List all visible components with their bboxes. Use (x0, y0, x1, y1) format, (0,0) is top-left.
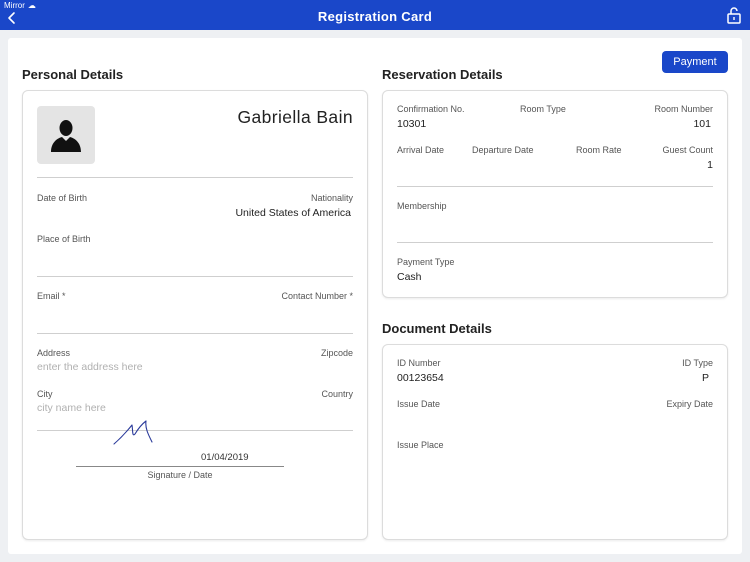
signature-image[interactable] (112, 412, 158, 448)
email-label: Email * (37, 291, 66, 301)
id-number-label: ID Number (397, 358, 441, 368)
membership-label: Membership (397, 201, 447, 211)
document-details-title: Document Details (382, 321, 492, 336)
divider (37, 276, 353, 277)
lock-button[interactable] (726, 6, 742, 24)
city-input[interactable]: city name here (37, 402, 106, 414)
id-number-value: 00123654 (397, 372, 444, 384)
signature-date: 01/04/2019 (201, 452, 249, 463)
divider (37, 333, 353, 334)
id-type-label: ID Type (682, 358, 713, 368)
country-label: Country (321, 389, 353, 399)
dob-label: Date of Birth (37, 193, 88, 203)
guest-count-value: 1 (707, 159, 713, 171)
arrival-date-label: Arrival Date (397, 145, 445, 155)
address-label: Address (37, 348, 71, 358)
issue-date-label: Issue Date (397, 399, 441, 409)
issue-place-label: Issue Place (397, 440, 444, 450)
personal-details-title: Personal Details (22, 67, 124, 82)
avatar[interactable] (37, 106, 95, 164)
place-of-birth-label: Place of Birth (37, 234, 91, 244)
id-type-value: P (701, 372, 709, 384)
payment-type-value: Cash (397, 271, 422, 283)
room-number-value: 101 (693, 118, 711, 130)
registration-card: Payment Personal Details Gabriella Bain … (8, 38, 742, 554)
page-title: Registration Card (317, 9, 433, 24)
departure-date-label: Departure Date (472, 145, 534, 155)
payment-type-label: Payment Type (397, 257, 455, 267)
guest-name: Gabriella Bain (237, 107, 353, 127)
signature-line (76, 466, 284, 467)
zipcode-label: Zipcode (320, 348, 353, 358)
unlock-icon (727, 7, 741, 24)
contact-number-label: Contact Number * (281, 291, 353, 301)
payment-button[interactable]: Payment (662, 51, 728, 73)
room-type-label: Room Type (520, 104, 566, 114)
city-label: City (37, 389, 53, 399)
divider (397, 186, 713, 187)
confirmation-label: Confirmation No. (397, 104, 465, 114)
expiry-date-label: Expiry Date (666, 399, 713, 409)
reservation-details-panel: Confirmation No. 10301 Room Type Room Nu… (382, 90, 728, 298)
divider (397, 242, 713, 243)
room-rate-label: Room Rate (576, 145, 622, 155)
signature-label: Signature / Date (147, 470, 213, 480)
nationality-label: Nationality (310, 193, 353, 203)
guest-count-label: Guest Count (662, 145, 713, 155)
divider (37, 430, 353, 431)
nationality-value[interactable]: United States of America (235, 207, 351, 219)
nav-bar: Mirror ☁ Registration Card (0, 0, 750, 30)
room-number-label: Room Number (654, 104, 713, 114)
confirmation-value: 10301 (397, 118, 427, 130)
document-details-panel: ID Number 00123654 ID Type P Issue Date … (382, 344, 728, 540)
person-silhouette-icon (51, 120, 81, 152)
reservation-details-title: Reservation Details (382, 67, 503, 82)
divider (37, 177, 353, 178)
address-input[interactable]: enter the address here (37, 361, 143, 373)
